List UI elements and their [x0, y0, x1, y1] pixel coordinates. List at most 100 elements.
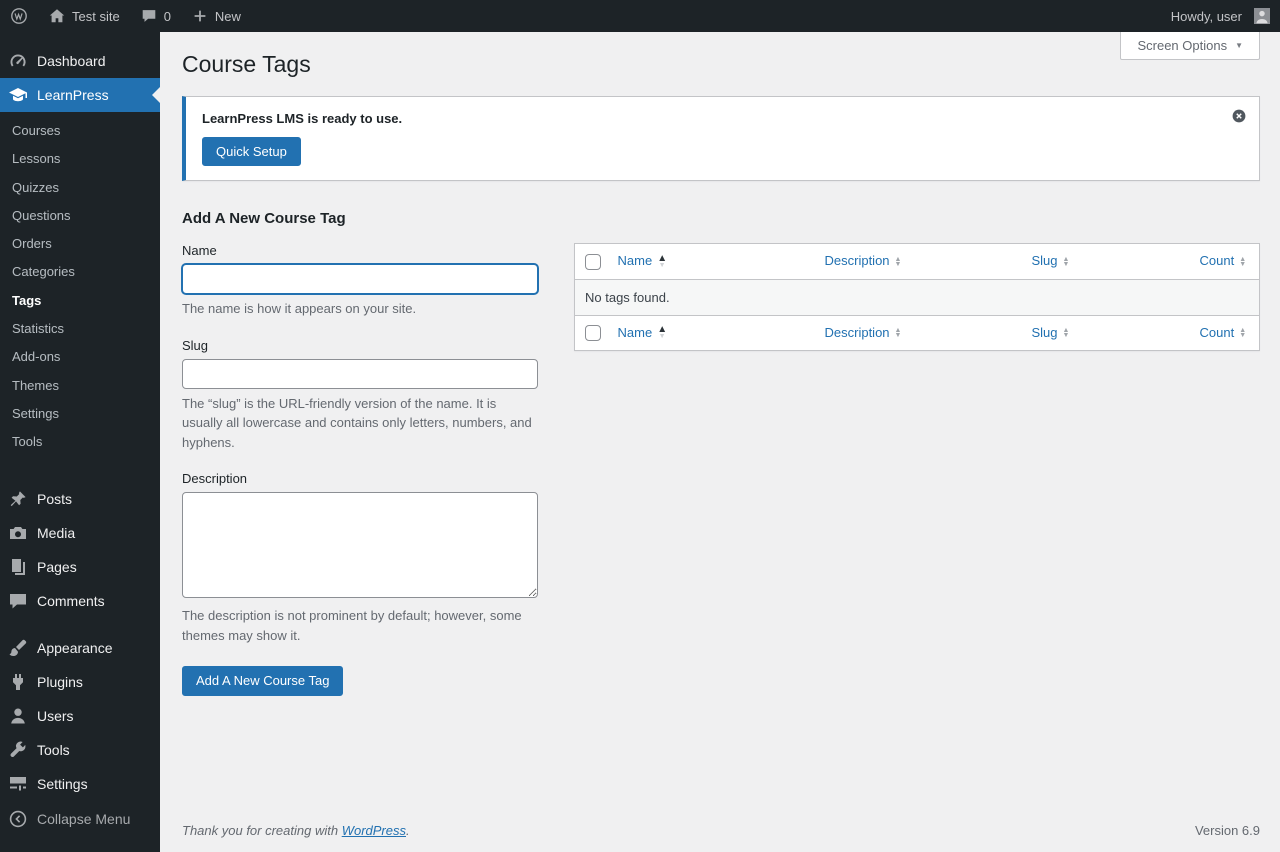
sidebar-item-appearance[interactable]: Appearance — [0, 631, 160, 665]
avatar — [1254, 8, 1270, 24]
learnpress-submenu: Courses Lessons Quizzes Questions Orders… — [0, 112, 160, 469]
name-field-group: Name The name is how it appears on your … — [182, 243, 538, 319]
footer-thanks-text: Thank you for creating with — [182, 823, 342, 838]
sidebar-subitem-lessons[interactable]: Lessons — [0, 145, 160, 173]
learnpress-icon — [8, 85, 28, 105]
sort-by-name-footer[interactable]: Name ▲ ▼ — [618, 324, 668, 342]
column-label-description: Description — [824, 324, 890, 340]
learnpress-notice: LearnPress LMS is ready to use. Quick Se… — [182, 95, 1260, 182]
sidebar-item-comments-label: Comments — [37, 592, 105, 609]
sidebar-subitem-categories[interactable]: Categories — [0, 258, 160, 286]
sidebar-subitem-orders[interactable]: Orders — [0, 230, 160, 258]
table-header-row: Name ▲ ▼ Description ▲ ▼ Slug ▲ ▼ Count … — [574, 243, 1260, 280]
comments-link[interactable]: 0 — [130, 0, 181, 32]
select-all-checkbox[interactable] — [585, 254, 601, 271]
sidebar-item-pages-label: Pages — [37, 558, 77, 575]
select-all-checkbox-footer[interactable] — [585, 325, 601, 342]
name-label: Name — [182, 243, 217, 259]
home-icon — [48, 7, 66, 25]
quick-setup-button[interactable]: Quick Setup — [202, 136, 301, 167]
wordpress-link[interactable]: WordPress — [342, 823, 406, 838]
dashboard-icon — [8, 51, 28, 71]
howdy-text: Howdy, user — [1170, 8, 1242, 24]
sidebar: Dashboard LearnPress Courses Lessons Qui… — [0, 32, 160, 852]
comments-icon — [8, 591, 28, 611]
column-label-description: Description — [824, 253, 890, 269]
sidebar-item-learnpress[interactable]: LearnPress — [0, 78, 160, 112]
sidebar-item-media[interactable]: Media — [0, 516, 160, 550]
slug-label: Slug — [182, 337, 209, 353]
sidebar-subitem-courses[interactable]: Courses — [0, 117, 160, 145]
sidebar-item-settings-label: Settings — [37, 775, 88, 792]
sidebar-item-dashboard-label: Dashboard — [37, 53, 106, 69]
sidebar-item-posts-label: Posts — [37, 490, 73, 507]
new-label: New — [214, 8, 241, 24]
menu-separator — [0, 618, 160, 631]
description-help-text: The description is not prominent by defa… — [182, 608, 522, 643]
sidebar-subitem-addons[interactable]: Add-ons — [0, 343, 160, 371]
sort-by-description-footer[interactable]: Description ▲ ▼ — [825, 324, 902, 342]
submit-row: Add A New Course Tag — [182, 666, 538, 697]
menu-separator — [0, 469, 160, 482]
two-column-layout: Name The name is how it appears on your … — [182, 243, 1260, 697]
footer-thanks-period: . — [406, 823, 410, 838]
plus-icon — [191, 7, 209, 25]
collapse-menu-label: Collapse Menu — [37, 811, 131, 827]
admin-bar-right: Howdy, user — [1161, 0, 1280, 32]
page-title: Course Tags — [182, 51, 311, 77]
add-course-tag-button[interactable]: Add A New Course Tag — [182, 666, 344, 697]
wordpress-logo-icon — [10, 7, 28, 25]
sidebar-item-pages[interactable]: Pages — [0, 550, 160, 584]
sidebar-item-tools[interactable]: Tools — [0, 733, 160, 767]
screen-options-label: Screen Options — [1137, 38, 1228, 53]
main-content: Screen Options ▼ Course Tags LearnPress … — [160, 0, 1280, 852]
media-icon — [8, 523, 28, 543]
dismiss-notice-icon[interactable] — [1231, 108, 1247, 124]
sidebar-item-comments[interactable]: Comments — [0, 584, 160, 618]
sidebar-item-users[interactable]: Users — [0, 699, 160, 733]
sidebar-item-users-label: Users — [37, 707, 74, 724]
screen-options-button[interactable]: Screen Options ▼ — [1120, 32, 1260, 60]
chevron-down-icon: ▼ — [1235, 41, 1243, 50]
sidebar-item-plugins[interactable]: Plugins — [0, 665, 160, 699]
sidebar-subitem-settings[interactable]: Settings — [0, 400, 160, 428]
sidebar-subitem-questions[interactable]: Questions — [0, 202, 160, 230]
comment-bubble-icon — [140, 7, 158, 25]
wordpress-logo-button[interactable] — [0, 0, 38, 32]
sortable-icon: ▲ ▼ — [1239, 255, 1247, 268]
collapse-arrow-icon — [8, 809, 28, 829]
sort-by-description-header[interactable]: Description ▲ ▼ — [825, 252, 902, 270]
sidebar-subitem-quizzes[interactable]: Quizzes — [0, 174, 160, 202]
sort-by-count-footer[interactable]: Count ▲ ▼ — [1200, 324, 1247, 342]
sidebar-item-learnpress-label: LearnPress — [37, 87, 109, 103]
description-textarea[interactable] — [182, 492, 538, 599]
page-footer: Thank you for creating with WordPress. V… — [160, 811, 1280, 852]
sortable-icon: ▲ ▼ — [894, 255, 902, 268]
sort-by-name-header[interactable]: Name ▲ ▼ — [618, 252, 668, 270]
content-body: Course Tags LearnPress LMS is ready to u… — [160, 32, 1280, 811]
description-label: Description — [182, 471, 248, 487]
sidebar-subitem-themes[interactable]: Themes — [0, 372, 160, 400]
sidebar-item-dashboard[interactable]: Dashboard — [0, 44, 160, 78]
column-label-name: Name — [617, 324, 653, 340]
sort-by-slug-footer[interactable]: Slug ▲ ▼ — [1032, 324, 1070, 342]
collapse-menu-button[interactable]: Collapse Menu — [0, 802, 160, 836]
sidebar-item-settings[interactable]: Settings — [0, 767, 160, 801]
column-label-count: Count — [1199, 253, 1235, 269]
column-label-slug: Slug — [1031, 253, 1058, 269]
pages-icon — [8, 557, 28, 577]
add-tag-heading: Add A New Course Tag — [182, 210, 346, 228]
empty-table-row: No tags found. — [574, 279, 1260, 316]
my-account-link[interactable]: Howdy, user — [1161, 0, 1280, 32]
new-content-link[interactable]: New — [181, 0, 251, 32]
name-input[interactable] — [182, 264, 538, 295]
slug-input[interactable] — [182, 358, 538, 389]
sidebar-subitem-tags[interactable]: Tags — [0, 287, 160, 315]
sort-by-slug-header[interactable]: Slug ▲ ▼ — [1032, 252, 1070, 270]
site-name-link[interactable]: Test site — [38, 0, 130, 32]
sort-by-count-header[interactable]: Count ▲ ▼ — [1200, 252, 1247, 270]
description-field-group: Description The description is not promi… — [182, 471, 538, 645]
sidebar-subitem-tools[interactable]: Tools — [0, 428, 160, 456]
sidebar-subitem-statistics[interactable]: Statistics — [0, 315, 160, 343]
sidebar-item-posts[interactable]: Posts — [0, 482, 160, 516]
